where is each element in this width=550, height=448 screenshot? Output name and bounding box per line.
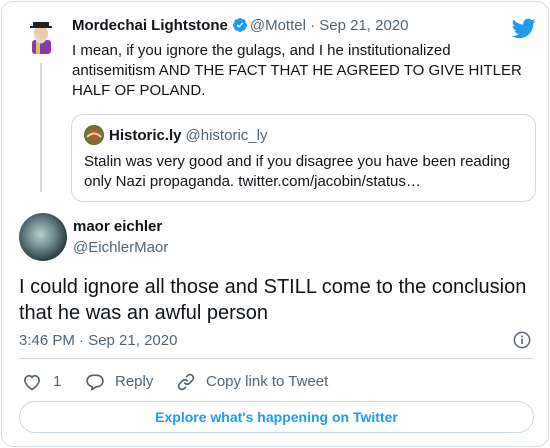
- quoted-author-handle: @historic_ly: [185, 127, 268, 144]
- heart-icon: [24, 374, 40, 391]
- quoted-avatar: [84, 125, 104, 145]
- twitter-bird-icon[interactable]: [512, 16, 536, 40]
- quoted-tweet[interactable]: Historic.ly @historic_ly Stalin was very …: [71, 114, 536, 202]
- main-tweet-timestamp[interactable]: 3:46 PM · Sep 21, 2020: [19, 332, 177, 349]
- parent-tweet-header: Mordechai Lightstone @Mottel · Sep 21, 20…: [72, 17, 409, 34]
- action-divider: [19, 358, 534, 359]
- quoted-header: Historic.ly @historic_ly: [109, 127, 267, 144]
- copy-link-label: Copy link to Tweet: [206, 373, 329, 390]
- explore-twitter-button[interactable]: Explore what's happening on Twitter: [19, 401, 534, 433]
- main-avatar[interactable]: [19, 213, 67, 261]
- main-author-name[interactable]: maor eichler: [73, 218, 162, 235]
- embedded-tweet-card: Mordechai Lightstone @Mottel · Sep 21, 20…: [1, 1, 549, 447]
- quoted-tweet-text: Stalin was very good and if you disagree…: [84, 153, 511, 190]
- parent-author-name[interactable]: Mordechai Lightstone: [72, 17, 228, 34]
- reply-label: Reply: [115, 373, 154, 390]
- like-count: 1: [53, 373, 62, 390]
- parent-avatar[interactable]: [21, 16, 62, 57]
- link-icon: [177, 373, 195, 391]
- parent-tweet-date[interactable]: Sep 21, 2020: [319, 17, 408, 34]
- main-tweet-text: I could ignore all those and STILL come …: [19, 276, 527, 324]
- quoted-author-name: Historic.ly: [109, 127, 182, 144]
- main-author-handle[interactable]: @EichlerMaor: [73, 239, 168, 256]
- verified-badge-icon: [232, 18, 247, 32]
- parent-author-handle[interactable]: @Mottel: [250, 17, 306, 34]
- parent-tweet-text: I mean, if you ignore the gulags, and I …: [72, 42, 522, 99]
- reply-bubble-icon: [86, 374, 104, 392]
- thread-connector-line: [40, 63, 42, 192]
- info-icon[interactable]: [513, 331, 531, 349]
- header-separator: ·: [310, 17, 316, 34]
